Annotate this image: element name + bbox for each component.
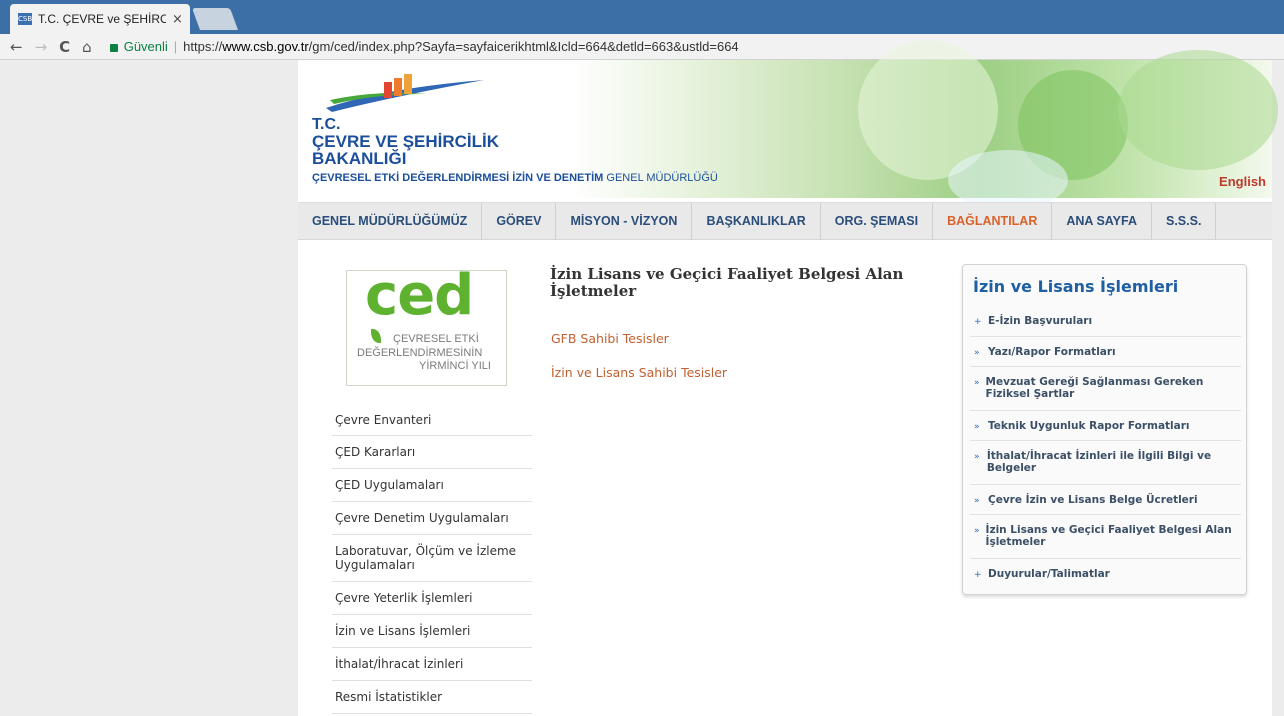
left-sidebar: ced ÇEVRESEL ETKİ DEĞERLENDİRMESİNİN YİR…	[325, 258, 533, 716]
tab-close-icon[interactable]: ×	[172, 12, 183, 27]
home-icon[interactable]: ⌂	[82, 38, 92, 56]
nav-baskanliklar[interactable]: BAŞKANLIKLAR	[692, 203, 821, 239]
nav-org-semasi[interactable]: ORG. ŞEMASI	[821, 203, 934, 239]
sidebar-item-ithalat-ihracat[interactable]: İthalat/İhracat İzinleri	[332, 648, 532, 681]
page-side-background	[0, 60, 298, 716]
sidebar-item-resmi-istatistikler[interactable]: Resmi İstatistikler	[332, 681, 532, 714]
double-chevron-icon: »	[974, 496, 980, 506]
panel-item-belge-ucretleri[interactable]: » Çevre İzin ve Lisans Belge Ücretleri	[970, 485, 1241, 515]
page-title: İzin Lisans ve Geçici Faaliyet Belgesi A…	[550, 265, 904, 300]
english-language-link[interactable]: English	[1219, 174, 1266, 189]
leaf-icon	[371, 329, 381, 343]
nav-misyon-vizyon[interactable]: MİSYON - VİZYON	[556, 203, 693, 239]
sidebar-item-ced-kararlari[interactable]: ÇED Kararları	[332, 436, 532, 469]
izin-lisans-sahibi-tesisler-link[interactable]: İzin ve Lisans Sahibi Tesisler	[551, 365, 727, 380]
panel-item-duyurular[interactable]: + Duyurular/Talimatlar	[970, 559, 1241, 589]
sidebar-menu: Çevre Envanteri ÇED Kararları ÇED Uygula…	[332, 404, 532, 714]
plus-icon: +	[974, 570, 982, 580]
tab-title: T.C. ÇEVRE ve ŞEHİRCİLİ	[38, 12, 166, 26]
sidebar-item-cevre-envanteri[interactable]: Çevre Envanteri	[332, 404, 532, 436]
izin-lisans-panel: İzin ve Lisans İşlemleri + E-İzin Başvur…	[962, 264, 1247, 595]
ced-logo-mark: ced	[365, 263, 474, 328]
sidebar-item-izin-lisans[interactable]: İzin ve Lisans İşlemleri	[332, 615, 532, 648]
panel-list: + E-İzin Başvuruları » Yazı/Rapor Format…	[970, 307, 1241, 589]
nav-sss[interactable]: S.S.S.	[1152, 203, 1217, 239]
address-bar: ← → C ⌂ Güvenli | https://www.csb.gov.tr…	[0, 34, 1284, 60]
double-chevron-icon: »	[974, 526, 980, 536]
panel-item-gecici-faaliyet[interactable]: » İzin Lisans ve Geçici Faaliyet Belgesi…	[970, 515, 1241, 559]
ced-logo[interactable]: ced ÇEVRESEL ETKİ DEĞERLENDİRMESİNİN YİR…	[346, 263, 507, 386]
sidebar-item-cevre-denetim[interactable]: Çevre Denetim Uygulamaları	[332, 502, 532, 535]
lock-icon	[109, 43, 118, 52]
site-favicon-icon: CSB	[18, 13, 33, 25]
sidebar-item-laboratuvar[interactable]: Laboratuvar, Ölçüm ve İzleme Uygulamalar…	[332, 535, 532, 582]
double-chevron-icon: »	[974, 348, 980, 358]
back-icon[interactable]: ←	[10, 38, 23, 56]
gfb-sahibi-tesisler-link[interactable]: GFB Sahibi Tesisler	[551, 331, 669, 346]
nav-baglantilar[interactable]: BAĞLANTILAR	[933, 203, 1053, 239]
url-field[interactable]: Güvenli | https://www.csb.gov.tr/gm/ced/…	[109, 39, 739, 54]
sidebar-item-ced-uygulamalari[interactable]: ÇED Uygulamaları	[332, 469, 532, 502]
top-navigation: GENEL MÜDÜRLÜĞÜMÜZ GÖREV MİSYON - VİZYON…	[298, 202, 1272, 240]
ministry-name: T.C. ÇEVRE VE ŞEHİRCİLİK BAKANLIĞI	[312, 116, 500, 168]
double-chevron-icon: »	[974, 452, 980, 462]
sidebar-item-cevre-yeterlik[interactable]: Çevre Yeterlik İşlemleri	[332, 582, 532, 615]
double-chevron-icon: »	[974, 422, 980, 432]
nav-ana-sayfa[interactable]: ANA SAYFA	[1052, 203, 1152, 239]
reload-icon[interactable]: C	[59, 38, 70, 56]
directorate-name: ÇEVRESEL ETKİ DEĞERLENDİRMESİ İZİN VE DE…	[312, 172, 718, 184]
plus-icon: +	[974, 317, 982, 327]
browser-tab-strip: CSB T.C. ÇEVRE ve ŞEHİRCİLİ ×	[0, 0, 1284, 34]
browser-tab[interactable]: CSB T.C. ÇEVRE ve ŞEHİRCİLİ ×	[10, 4, 190, 34]
double-chevron-icon: »	[974, 378, 980, 388]
url-text: https://www.csb.gov.tr/gm/ced/index.php?…	[183, 39, 739, 54]
nav-gorev[interactable]: GÖREV	[482, 203, 557, 239]
panel-title: İzin ve Lisans İşlemleri	[973, 277, 1179, 296]
panel-item-teknik-uygunluk[interactable]: » Teknik Uygunluk Rapor Formatları	[970, 411, 1241, 441]
secure-label: Güvenli	[123, 39, 168, 54]
panel-item-yazi-rapor[interactable]: » Yazı/Rapor Formatları	[970, 337, 1241, 367]
nav-genel-mudurlugumuz[interactable]: GENEL MÜDÜRLÜĞÜMÜZ	[298, 203, 483, 239]
panel-item-mevzuat[interactable]: » Mevzuat Gereği Sağlanması Gereken Fizi…	[970, 367, 1241, 411]
forward-icon[interactable]: →	[35, 38, 48, 56]
new-tab-button[interactable]	[191, 8, 239, 30]
page-side-background	[1272, 60, 1284, 716]
panel-item-ithalat-ihracat[interactable]: » İthalat/İhracat İzinleri ile İlgili Bi…	[970, 441, 1241, 485]
panel-item-e-izin[interactable]: + E-İzin Başvuruları	[970, 307, 1241, 337]
ministry-logo-icon	[326, 74, 484, 112]
site-header: T.C. ÇEVRE VE ŞEHİRCİLİK BAKANLIĞI ÇEVRE…	[298, 40, 1278, 210]
